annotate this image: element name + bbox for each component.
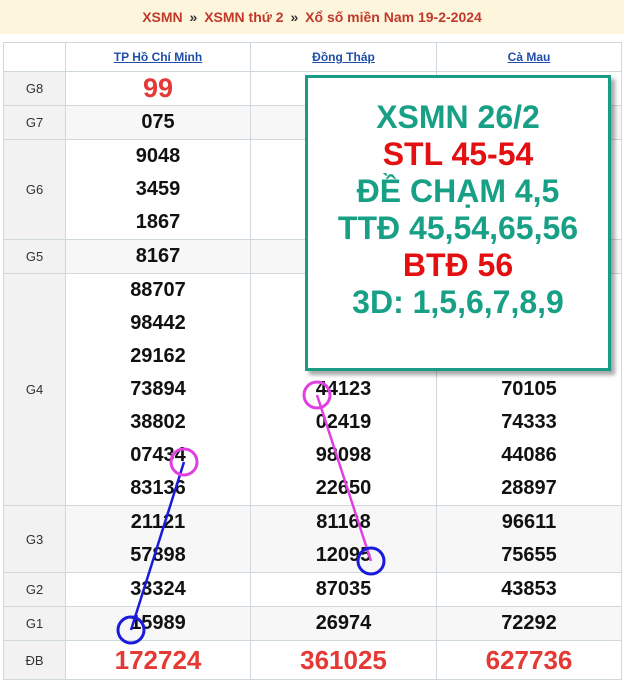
magenta-connector-line xyxy=(315,394,373,562)
blue-connector-line xyxy=(129,461,186,631)
annotation-marks xyxy=(116,380,386,645)
